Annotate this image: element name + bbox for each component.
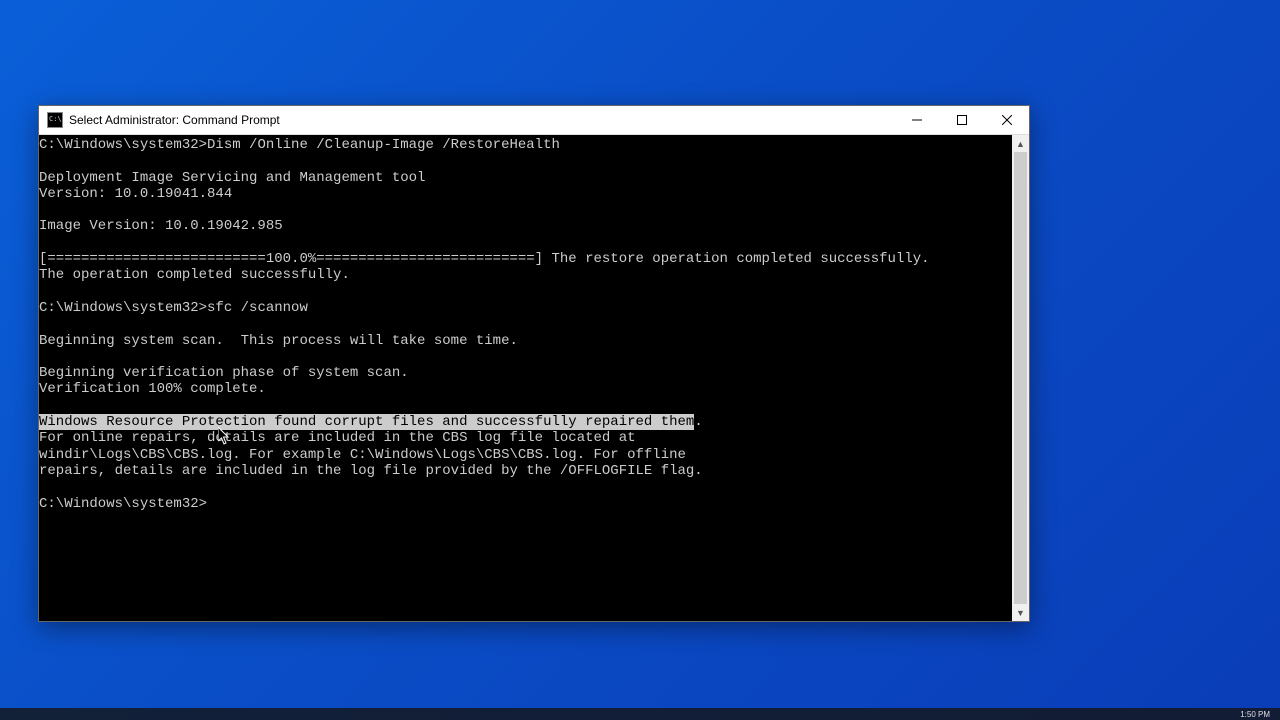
sfc-phase-line: Beginning verification phase of system s… — [39, 365, 409, 381]
taskbar-clock[interactable]: 1:50 PM — [1240, 710, 1270, 719]
terminal-output[interactable]: C:\Windows\system32>Dism /Online /Cleanu… — [39, 135, 1012, 621]
cmd-icon: C:\ — [47, 112, 63, 128]
scroll-track[interactable] — [1012, 152, 1029, 604]
window-title: Select Administrator: Command Prompt — [69, 113, 894, 127]
cmd-sfc: sfc /scannow — [207, 300, 308, 316]
dism-version-line: Version: 10.0.19041.844 — [39, 186, 232, 202]
maximize-button[interactable] — [939, 106, 984, 134]
sfc-result-tail: . — [694, 414, 702, 430]
dism-success-line: The operation completed successfully. — [39, 267, 350, 283]
dism-image-version-line: Image Version: 10.0.19042.985 — [39, 218, 283, 234]
minimize-button[interactable] — [894, 106, 939, 134]
sfc-begin-line: Beginning system scan. This process will… — [39, 333, 518, 349]
close-button[interactable] — [984, 106, 1029, 134]
sfc-result-highlight: Windows Resource Protection found corrup… — [39, 414, 694, 430]
cmd-dism: Dism /Online /Cleanup-Image /RestoreHeal… — [207, 137, 560, 153]
scroll-up-button[interactable]: ▲ — [1012, 135, 1029, 152]
prompt: C:\Windows\system32> — [39, 137, 207, 153]
taskbar[interactable]: 1:50 PM — [0, 708, 1280, 720]
vertical-scrollbar[interactable]: ▲ ▼ — [1012, 135, 1029, 621]
sfc-log-line-1: For online repairs, details are included… — [39, 430, 636, 446]
scroll-down-button[interactable]: ▼ — [1012, 604, 1029, 621]
prompt: C:\Windows\system32> — [39, 496, 207, 512]
titlebar[interactable]: C:\ Select Administrator: Command Prompt — [39, 106, 1029, 135]
sfc-log-line-2: windir\Logs\CBS\CBS.log. For example C:\… — [39, 447, 686, 463]
dism-tool-line: Deployment Image Servicing and Managemen… — [39, 170, 425, 186]
sfc-verify-line: Verification 100% complete. — [39, 381, 266, 397]
scroll-thumb[interactable] — [1014, 152, 1027, 604]
command-prompt-window: C:\ Select Administrator: Command Prompt… — [38, 105, 1030, 622]
terminal-body: C:\Windows\system32>Dism /Online /Cleanu… — [39, 135, 1029, 621]
prompt: C:\Windows\system32> — [39, 300, 207, 316]
sfc-log-line-3: repairs, details are included in the log… — [39, 463, 703, 479]
dism-progress-line: [==========================100.0%=======… — [39, 251, 930, 267]
desktop: C:\ Select Administrator: Command Prompt… — [0, 0, 1280, 720]
